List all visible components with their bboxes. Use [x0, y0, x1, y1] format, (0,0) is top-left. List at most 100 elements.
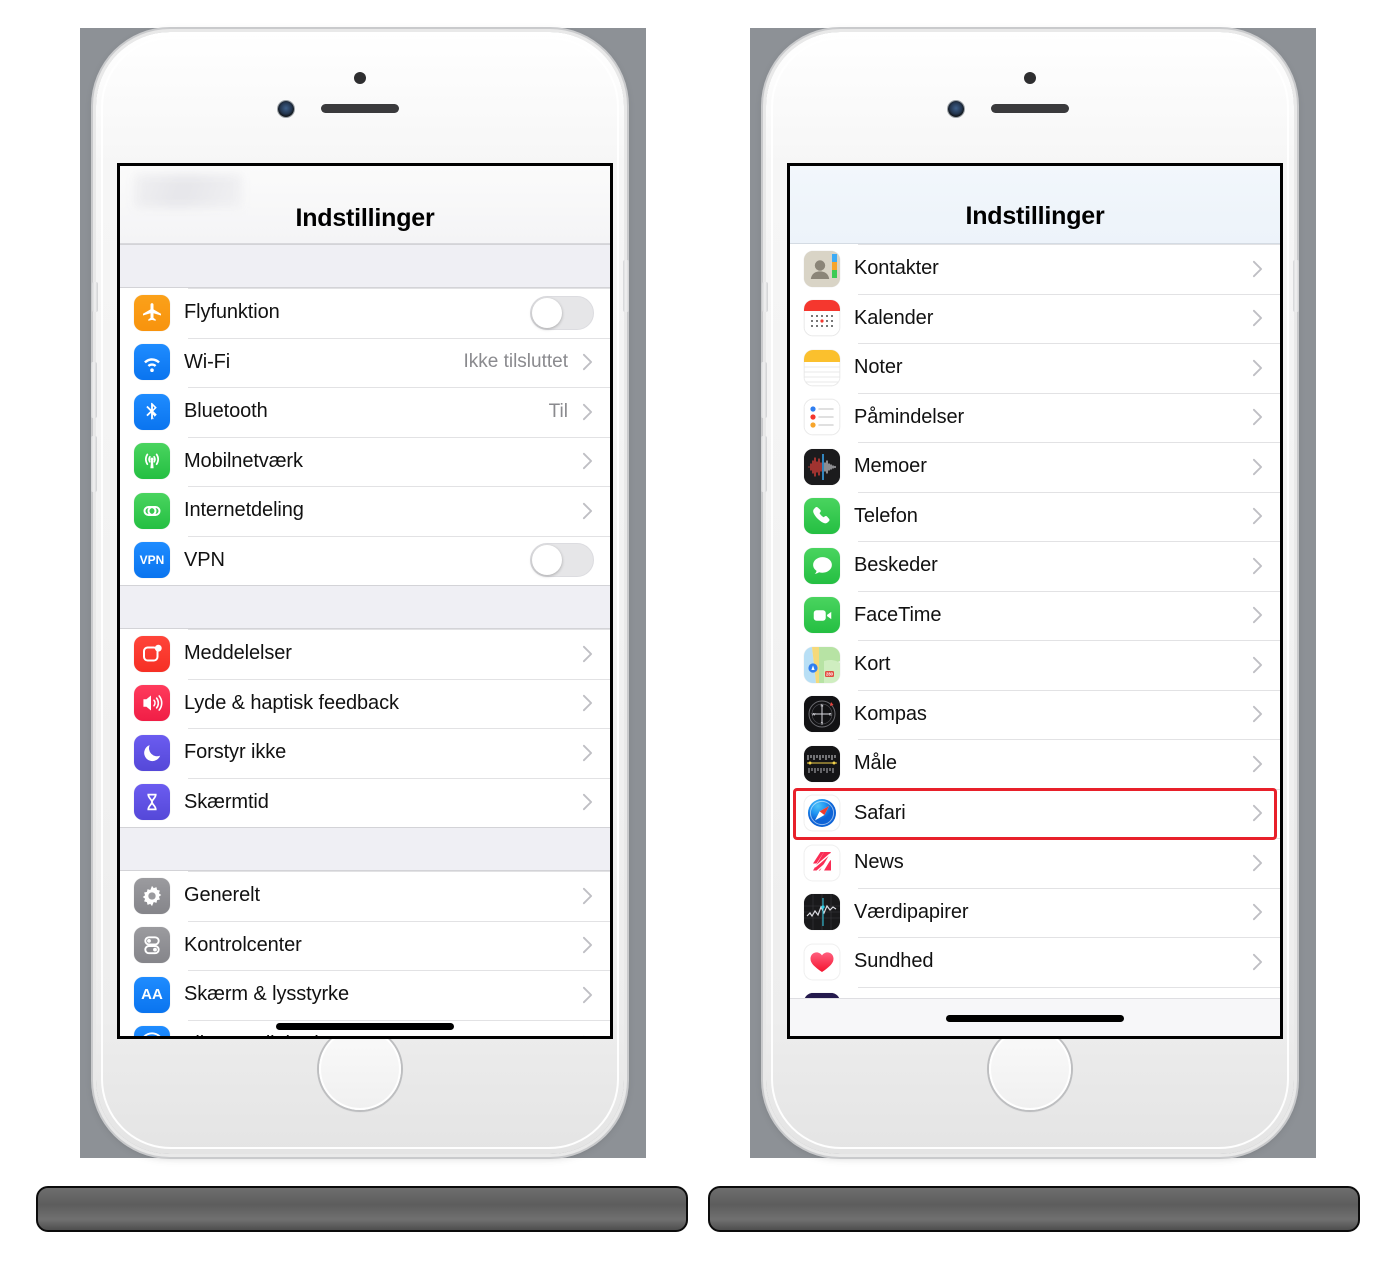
settings-row[interactable]: FaceTime: [790, 590, 1280, 640]
settings-row[interactable]: Sundhed: [790, 937, 1280, 987]
settings-row-label: Memoer: [854, 455, 927, 478]
iphone-device-right: Indstillinger Kontakter Kalender Noter Påmi…: [761, 32, 1299, 1154]
settings-row-label: VPN: [184, 548, 225, 571]
chevron-right-icon: [576, 1035, 598, 1036]
home-button[interactable]: [989, 1028, 1071, 1110]
settings-row[interactable]: Kontakter: [790, 244, 1280, 294]
chevron-right-icon: [576, 887, 598, 905]
settings-row-label: Mobilnetværk: [184, 449, 303, 472]
toggle-knob: [532, 545, 562, 576]
measure-icon: [804, 745, 840, 782]
page-title: Indstillinger: [295, 204, 435, 232]
volume-up-button[interactable]: [91, 362, 97, 418]
settings-row[interactable]: NSWE Kompas: [790, 689, 1280, 739]
settings-row[interactable]: Memoer: [790, 442, 1280, 492]
volume-down-button[interactable]: [761, 436, 767, 492]
settings-row[interactable]: Måle: [790, 739, 1280, 789]
section-gap: [120, 827, 610, 871]
screenshot-stage: Indstillinger Flyfunktion Wi-Fi Ikke tilsl…: [0, 0, 1396, 1265]
chevron-right-icon: [576, 744, 598, 762]
toggle-switch[interactable]: [530, 543, 594, 578]
settings-row-label: Lyde & haptisk feedback: [184, 691, 399, 714]
settings-row[interactable]: Generelt: [120, 871, 610, 921]
settings-row-label: News: [854, 851, 904, 874]
settings-row[interactable]: Forstyr ikke: [120, 728, 610, 778]
device-stand-left: [36, 1186, 688, 1232]
home-button[interactable]: [319, 1028, 401, 1110]
settings-row[interactable]: Noter: [790, 343, 1280, 393]
general-gear-icon: [134, 877, 170, 914]
chevron-right-icon: [1246, 903, 1268, 921]
settings-row[interactable]: Kalender: [790, 293, 1280, 343]
section-gap: [120, 585, 610, 629]
settings-row[interactable]: Beskeder: [790, 541, 1280, 591]
screen-time-icon: [134, 784, 170, 821]
chevron-right-icon: [1246, 408, 1268, 426]
iphone-device-left: Indstillinger Flyfunktion Wi-Fi Ikke tilsl…: [91, 32, 629, 1154]
settings-row-label: Internetdeling: [184, 499, 304, 522]
settings-row[interactable]: VPN VPN: [120, 535, 610, 585]
settings-list-right[interactable]: Kontakter Kalender Noter Påmindelser Memoer T…: [790, 244, 1280, 1036]
settings-row[interactable]: News: [790, 838, 1280, 888]
settings-row[interactable]: Meddelelser: [120, 629, 610, 679]
airplane-icon: [134, 294, 170, 331]
reminders-icon: [804, 399, 840, 436]
do-not-disturb-icon: [134, 734, 170, 771]
volume-down-button[interactable]: [91, 436, 97, 492]
settings-row-label: Kompas: [854, 702, 927, 725]
settings-row[interactable]: Skærmtid: [120, 777, 610, 827]
calendar-icon: [804, 300, 840, 337]
chevron-right-icon: [576, 694, 598, 712]
screen-left: Indstillinger Flyfunktion Wi-Fi Ikke tilsl…: [117, 163, 613, 1039]
navigation-bar: Indstillinger: [790, 166, 1280, 244]
power-button[interactable]: [1293, 260, 1299, 312]
power-button[interactable]: [623, 260, 629, 312]
toggle-switch[interactable]: [530, 295, 594, 330]
settings-row[interactable]: Værdipapirer: [790, 887, 1280, 937]
sounds-icon: [134, 685, 170, 722]
mute-switch[interactable]: [92, 282, 98, 312]
settings-row[interactable]: Lyde & haptisk feedback: [120, 678, 610, 728]
settings-row[interactable]: Bluetooth Til: [120, 387, 610, 437]
settings-row-label: Wi-Fi: [184, 350, 231, 373]
chevron-right-icon: [576, 403, 598, 421]
status-bar-blurred-region: [134, 174, 242, 208]
chevron-right-icon: [1246, 656, 1268, 674]
chevron-right-icon: [1246, 557, 1268, 575]
settings-row[interactable]: 280 Kort: [790, 640, 1280, 690]
settings-row-label: Sundhed: [854, 950, 934, 973]
settings-row[interactable]: Wi-Fi Ikke tilsluttet: [120, 337, 610, 387]
vpn-icon: VPN: [134, 542, 170, 579]
settings-row[interactable]: Telefon: [790, 491, 1280, 541]
settings-row[interactable]: Mobilnetværk: [120, 436, 610, 486]
chevron-right-icon: [1246, 606, 1268, 624]
settings-list-left[interactable]: Flyfunktion Wi-Fi Ikke tilsluttet Bluetooth…: [120, 244, 610, 1036]
voice-memos-icon: [804, 448, 840, 485]
settings-row[interactable]: AA Skærm & lysstyrke: [120, 970, 610, 1020]
chevron-right-icon: [1246, 854, 1268, 872]
contacts-icon: [804, 250, 840, 287]
settings-row-label: Flyfunktion: [184, 301, 280, 324]
volume-up-button[interactable]: [761, 362, 767, 418]
chevron-right-icon: [1246, 804, 1268, 822]
settings-row[interactable]: Flyfunktion: [120, 288, 610, 338]
settings-row-label: Safari: [854, 801, 906, 824]
home-indicator: [946, 1015, 1124, 1022]
device-stand-right: [708, 1186, 1360, 1232]
front-camera-icon: [948, 101, 964, 117]
chevron-right-icon: [1246, 458, 1268, 476]
chevron-right-icon: [576, 986, 598, 1004]
settings-row-label: Beskeder: [854, 554, 938, 577]
settings-row[interactable]: Internetdeling: [120, 486, 610, 536]
mute-switch[interactable]: [762, 282, 768, 312]
chevron-right-icon: [1246, 260, 1268, 278]
chevron-right-icon: [576, 936, 598, 954]
front-camera-icon: [278, 101, 294, 117]
svg-text:280: 280: [826, 671, 834, 676]
settings-row[interactable]: Safari: [790, 788, 1280, 838]
settings-row[interactable]: Kontrolcenter: [120, 920, 610, 970]
home-indicator: [276, 1023, 454, 1030]
section-gap: [120, 244, 610, 288]
settings-row-label: Værdipapirer: [854, 900, 969, 923]
settings-row[interactable]: Påmindelser: [790, 392, 1280, 442]
